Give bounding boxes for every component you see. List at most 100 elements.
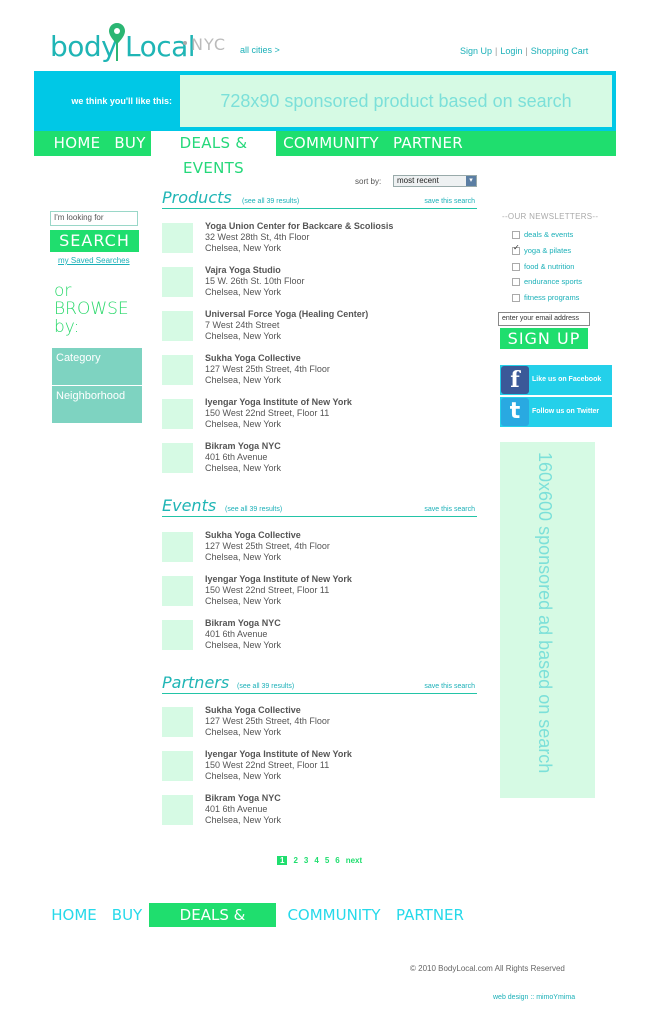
item-city: Chelsea, New York <box>205 552 282 562</box>
item-name: Yoga Union Center for Backcare & Scolios… <box>205 221 394 231</box>
skyscraper-ad-text: 160x600 sponsored ad based on search <box>535 452 555 774</box>
item-address: 32 West 28th St, 4th Floor <box>205 232 310 242</box>
partners-header: Partners (see all 39 results) save this … <box>162 673 477 694</box>
thumbnail <box>162 399 193 429</box>
list-item[interactable]: Bikram Yoga NYC 401 6th Avenue Chelsea, … <box>162 618 472 654</box>
top-banner: we think you'll like this: 728x90 sponso… <box>34 71 616 131</box>
newsletter-option[interactable]: fitness programs <box>512 293 579 303</box>
footer-nav-deals-events[interactable]: DEALS & EVENTS <box>149 903 276 948</box>
checkbox[interactable] <box>512 231 520 240</box>
list-item[interactable]: Sukha Yoga Collective 127 West 25th Stre… <box>162 705 472 741</box>
skyscraper-ad[interactable]: 160x600 sponsored ad based on search <box>500 442 595 798</box>
events-see-all-link[interactable]: (see all 39 results) <box>225 506 282 513</box>
nav-home[interactable]: HOME <box>42 131 112 156</box>
thumbnail <box>162 795 193 825</box>
page-1[interactable]: 1 <box>277 856 288 865</box>
footer-nav-community[interactable]: COMMUNITY <box>285 903 383 927</box>
list-item[interactable]: Universal Force Yoga (Healing Center) 7 … <box>162 309 472 345</box>
email-field[interactable]: enter your email address <box>498 312 590 326</box>
pagination: 1 2 3 4 5 6 next <box>277 856 368 865</box>
twitter-button[interactable]: t Follow us on Twitter <box>500 397 612 427</box>
list-item[interactable]: Bikram Yoga NYC 401 6th Avenue Chelsea, … <box>162 793 472 829</box>
item-name: Universal Force Yoga (Healing Center) <box>205 309 369 319</box>
thumbnail <box>162 707 193 737</box>
item-city: Chelsea, New York <box>205 815 282 825</box>
footer-nav-home[interactable]: HOME <box>48 903 100 927</box>
sign-up-button[interactable]: SIGN UP <box>500 328 588 349</box>
list-item[interactable]: Sukha Yoga Collective 127 West 25th Stre… <box>162 530 472 566</box>
events-save-search-link[interactable]: save this search <box>424 506 475 513</box>
search-input[interactable]: I'm looking for <box>50 211 138 226</box>
saved-searches-link[interactable]: my Saved Searches <box>58 256 130 265</box>
checkbox[interactable] <box>512 263 520 272</box>
list-item[interactable]: Iyengar Yoga Institute of New York 150 W… <box>162 397 472 433</box>
browse-heading: or BROWSE by: <box>54 282 144 336</box>
partners-see-all-link[interactable]: (see all 39 results) <box>237 683 294 690</box>
browse-neighborhood[interactable]: Neighborhood <box>52 386 142 423</box>
all-cities-link[interactable]: all cities > <box>240 45 280 55</box>
partners-save-search-link[interactable]: save this search <box>424 683 475 690</box>
main-nav: HOME BUY DEALS & EVENTS COMMUNITY PARTNE… <box>34 131 616 177</box>
list-item[interactable]: Iyengar Yoga Institute of New York 150 W… <box>162 749 472 785</box>
item-city: Chelsea, New York <box>205 419 282 429</box>
list-item[interactable]: Vajra Yoga Studio 15 W. 26th St. 10th Fl… <box>162 265 472 301</box>
sort-label: sort by: <box>355 177 382 186</box>
thumbnail <box>162 355 193 385</box>
newsletter-label: food & nutrition <box>524 262 575 271</box>
list-item[interactable]: Sukha Yoga Collective 127 West 25th Stre… <box>162 353 472 389</box>
page-2[interactable]: 2 <box>293 856 297 865</box>
browse-line-3: by: <box>54 317 80 337</box>
logo-city-text: NYC <box>191 35 227 54</box>
nav-partner[interactable]: PARTNER <box>392 131 464 156</box>
footer-nav-buy[interactable]: BUY <box>110 903 144 927</box>
products-save-search-link[interactable]: save this search <box>424 198 475 205</box>
newsletter-option[interactable]: deals & events <box>512 230 573 240</box>
newsletter-option[interactable]: endurance sports <box>512 277 582 287</box>
item-name: Sukha Yoga Collective <box>205 705 301 715</box>
item-address: 401 6th Avenue <box>205 452 268 462</box>
search-button[interactable]: SEARCH <box>50 230 139 252</box>
shopping-cart-link[interactable]: Shopping Cart <box>531 46 589 56</box>
footer-nav-partner[interactable]: PARTNER <box>396 903 464 927</box>
item-address: 401 6th Avenue <box>205 804 268 814</box>
page-5[interactable]: 5 <box>325 856 329 865</box>
item-city: Chelsea, New York <box>205 771 282 781</box>
newsletter-option[interactable]: food & nutrition <box>512 262 575 272</box>
list-item[interactable]: Yoga Union Center for Backcare & Scolios… <box>162 221 472 257</box>
site-logo[interactable]: body Local NYC <box>50 22 240 72</box>
item-address: 127 West 25th Street, 4th Floor <box>205 716 330 726</box>
nav-community[interactable]: COMMUNITY <box>279 131 383 156</box>
list-item[interactable]: Bikram Yoga NYC 401 6th Avenue Chelsea, … <box>162 441 472 477</box>
item-city: Chelsea, New York <box>205 243 282 253</box>
newsletters-title: --OUR NEWSLETTERS-- <box>502 212 599 221</box>
item-city: Chelsea, New York <box>205 463 282 473</box>
thumbnail <box>162 576 193 606</box>
page-3[interactable]: 3 <box>304 856 308 865</box>
sign-up-link[interactable]: Sign Up <box>460 46 492 56</box>
nav-deals-events[interactable]: DEALS & EVENTS <box>151 131 276 177</box>
item-city: Chelsea, New York <box>205 287 282 297</box>
newsletter-option[interactable]: yoga & pilates <box>512 243 571 256</box>
facebook-button[interactable]: f Like us on Facebook <box>500 365 612 395</box>
list-item[interactable]: Iyengar Yoga Institute of New York 150 W… <box>162 574 472 610</box>
facebook-icon: f <box>501 366 529 394</box>
products-see-all-link[interactable]: (see all 39 results) <box>242 198 299 205</box>
banner-tagline: we think you'll like this: <box>71 96 172 106</box>
nav-buy[interactable]: BUY <box>112 131 148 156</box>
browse-category[interactable]: Category <box>52 348 142 385</box>
twitter-icon: t <box>501 398 529 426</box>
next-page-link[interactable]: next <box>346 856 362 865</box>
item-address: 15 W. 26th St. 10th Floor <box>205 276 305 286</box>
thumbnail <box>162 620 193 650</box>
banner-ad[interactable]: 728x90 sponsored product based on search <box>180 75 612 127</box>
login-link[interactable]: Login <box>500 46 522 56</box>
checkbox-checked[interactable] <box>512 243 520 256</box>
checkbox[interactable] <box>512 278 520 287</box>
web-design-credit[interactable]: web design :: mimoYmima <box>493 994 575 1001</box>
thumbnail <box>162 311 193 341</box>
sort-select[interactable]: most recent ▾ <box>393 175 477 187</box>
page-6[interactable]: 6 <box>335 856 339 865</box>
checkbox[interactable] <box>512 294 520 303</box>
chevron-down-icon: ▾ <box>466 176 476 186</box>
page-4[interactable]: 4 <box>314 856 318 865</box>
